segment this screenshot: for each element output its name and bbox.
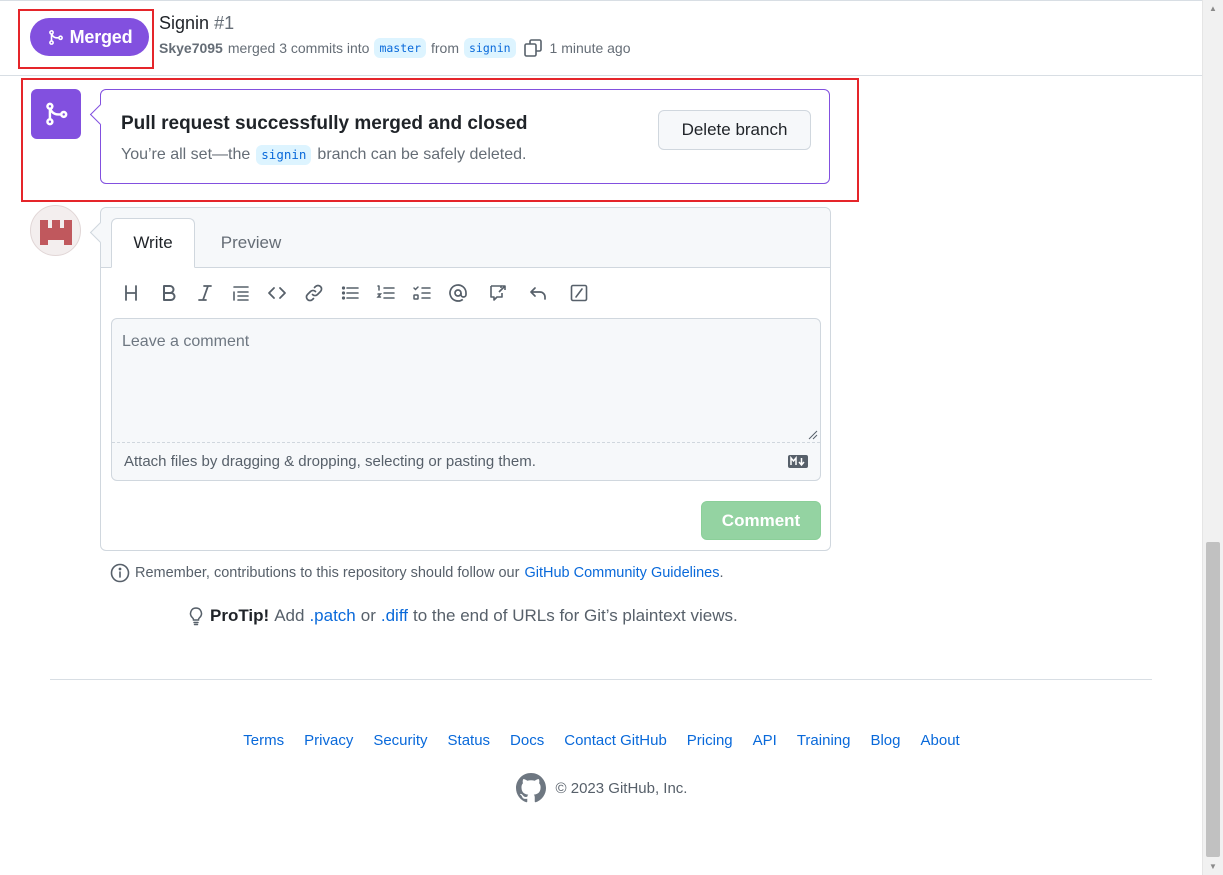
comment-textarea-wrapper: Attach files by dragging & dropping, sel… [111,318,821,481]
pr-time: 1 minute ago [549,40,631,56]
pr-number: #1 [214,13,235,33]
git-merge-icon [48,29,63,45]
protip-pre: Add [274,606,305,625]
pr-from-text: from [431,40,459,56]
protip-or: or [360,606,376,625]
header-separator [0,75,1203,76]
delete-branch-button[interactable]: Delete branch [658,110,811,150]
tab-preview[interactable]: Preview [211,218,291,268]
bold-icon[interactable] [157,281,181,305]
protip: ProTip! Add .patch or .diff to the end o… [187,606,738,626]
copy-icon[interactable] [523,38,543,58]
light-bulb-icon [189,607,203,626]
slash-commands-icon[interactable] [567,281,591,305]
github-logo-icon[interactable] [515,773,546,803]
merge-status-subtitle: You’re all set—the signin branch can be … [121,145,526,165]
footer-link-api[interactable]: API [753,732,777,749]
attach-files-bar[interactable]: Attach files by dragging & dropping, sel… [112,442,820,480]
merged-branch-name: signin [256,145,312,165]
attach-files-text: Attach files by dragging & dropping, sel… [124,453,536,470]
comment-form: Write Preview Leave a comment Attach fil… [100,207,831,551]
scroll-up-arrow-icon[interactable]: ▲ [1203,0,1223,17]
task-list-icon[interactable] [410,281,434,305]
reply-icon[interactable] [526,281,550,305]
scrollbar-thumb[interactable] [1206,542,1220,857]
cross-reference-icon[interactable] [486,281,510,305]
resize-handle-icon[interactable] [808,430,818,440]
guidelines-post: . [719,565,724,581]
base-branch-link[interactable]: master [374,38,426,58]
pr-merge-text: merged 3 commits into [227,40,370,56]
merged-state-badge: Merged [30,18,149,56]
merge-status-icon [31,89,81,139]
avatar[interactable] [30,205,81,256]
footer-links: Terms Privacy Security Status Docs Conta… [0,732,1203,749]
merge-status-box: Pull request successfully merged and clo… [100,89,830,184]
tab-write[interactable]: Write [111,218,195,268]
info-icon [110,563,130,583]
footer-copyright: © 2023 GitHub, Inc. [0,773,1203,803]
head-branch-link[interactable]: signin [464,38,516,58]
comment-tabs: Write Preview [101,208,830,268]
footer-link-blog[interactable]: Blog [870,732,900,749]
footer-separator [50,679,1152,680]
footer-link-training[interactable]: Training [797,732,851,749]
comment-submit-button[interactable]: Comment [701,501,821,540]
footer-link-docs[interactable]: Docs [510,732,544,749]
comment-textarea[interactable] [112,319,820,443]
heading-icon[interactable] [119,281,143,305]
markdown-icon[interactable] [788,455,808,468]
protip-label: ProTip! [210,606,270,625]
footer-link-terms[interactable]: Terms [243,732,284,749]
pr-author-link[interactable]: Skye7095 [159,40,223,56]
footer-link-privacy[interactable]: Privacy [304,732,353,749]
merge-subtitle-pre: You’re all set—the [121,146,251,163]
italic-icon[interactable] [193,281,217,305]
pr-title-text: Signin [159,13,210,33]
mention-icon[interactable] [446,281,470,305]
guidelines-pre: Remember, contributions to this reposito… [135,565,520,581]
pr-meta: Skye7095 merged 3 commits into master fr… [159,38,631,58]
footer-link-about[interactable]: About [921,732,960,749]
footer-link-pricing[interactable]: Pricing [687,732,733,749]
footer-link-status[interactable]: Status [448,732,491,749]
top-border [0,0,1203,1]
ordered-list-icon[interactable] [374,281,398,305]
footer-link-contact[interactable]: Contact GitHub [564,732,667,749]
copyright-text: © 2023 GitHub, Inc. [555,779,688,797]
contribution-guidelines-note: Remember, contributions to this reposito… [110,563,724,583]
diff-link[interactable]: .diff [381,606,408,626]
git-merge-icon [46,102,68,126]
protip-post: to the end of URLs for Git’s plaintext v… [412,606,738,625]
code-icon[interactable] [265,281,289,305]
quote-icon[interactable] [229,281,253,305]
patch-link[interactable]: .patch [309,606,355,626]
unordered-list-icon[interactable] [338,281,362,305]
merged-state-label: Merged [69,26,133,47]
scroll-down-arrow-icon[interactable]: ▼ [1203,858,1223,875]
vertical-scrollbar[interactable]: ▲ ▼ [1202,0,1223,875]
pr-title: Signin #1 [159,13,234,34]
community-guidelines-link[interactable]: GitHub Community Guidelines [524,565,719,581]
link-icon[interactable] [302,281,326,305]
merge-status-title: Pull request successfully merged and clo… [121,113,528,134]
footer-link-security[interactable]: Security [373,732,427,749]
merge-subtitle-post: branch can be safely deleted. [317,146,527,163]
